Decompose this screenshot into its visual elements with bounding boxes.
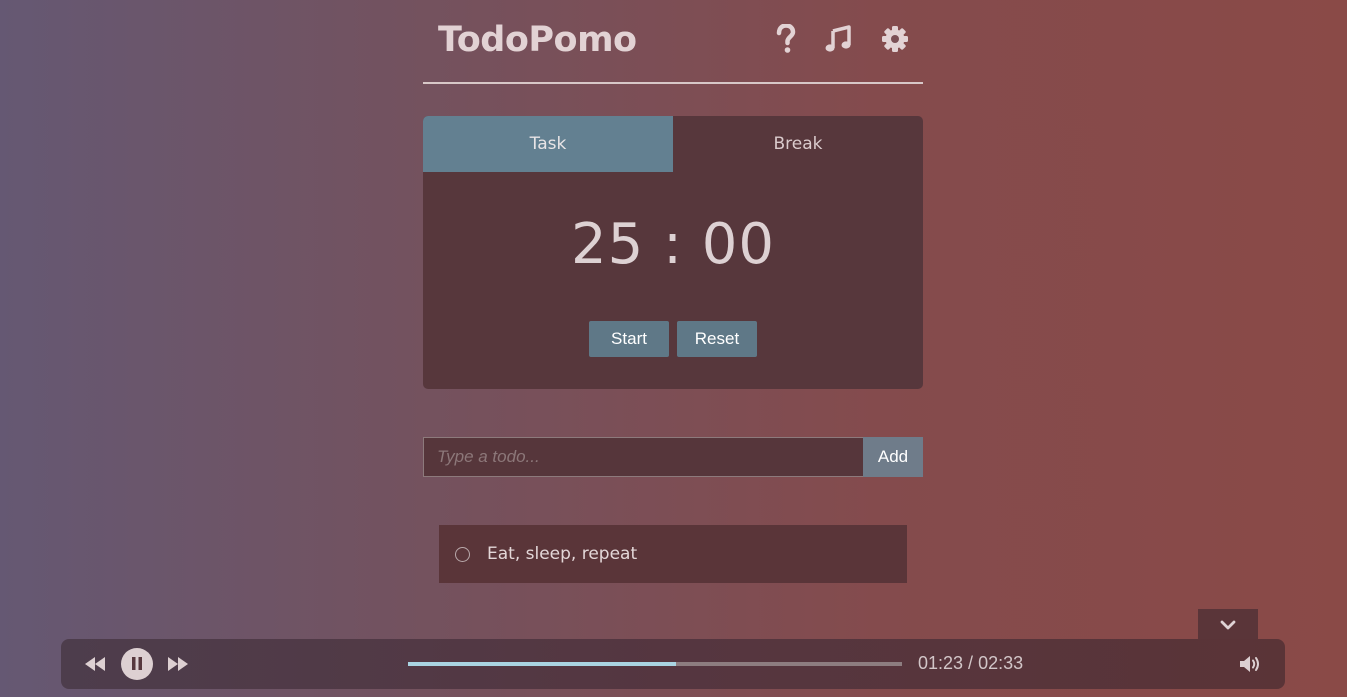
total-time: 02:33 [978,653,1024,673]
settings-icon[interactable] [878,22,912,56]
tab-task[interactable]: Task [423,116,673,172]
help-icon[interactable] [769,22,803,56]
app-header: TodoPomo [423,0,923,84]
pause-icon [131,655,143,674]
player-collapse-button[interactable] [1198,609,1258,640]
todo-text: Eat, sleep, repeat [487,544,638,564]
timer-card: Task Break 25 : 00 Start Reset [423,116,923,389]
timer-display: 25 : 00 [423,212,923,277]
pause-button[interactable] [121,648,153,680]
todo-checkbox[interactable] [455,546,470,562]
chevron-down-icon [1220,615,1236,634]
timer-seconds: 00 [701,212,776,277]
timer-tabs: Task Break [423,116,923,172]
volume-icon[interactable] [1239,653,1263,675]
app-title: TodoPomo [438,20,637,60]
music-icon[interactable] [822,22,856,56]
todo-form: Add [423,437,923,477]
timer-controls: Start Reset [423,321,923,357]
timer-minutes: 25 [570,212,645,277]
music-player: 01:23 / 02:33 [61,639,1285,689]
todo-input[interactable] [423,437,863,477]
progress-bar[interactable] [408,662,902,666]
fast-forward-icon[interactable] [166,652,190,676]
todo-item: Eat, sleep, repeat [439,525,907,583]
reset-button[interactable]: Reset [677,321,757,357]
timer-separator: : [663,212,683,277]
tab-break[interactable]: Break [673,116,923,172]
time-separator: / [963,653,979,673]
time-readout: 01:23 / 02:33 [918,653,1023,674]
start-button[interactable]: Start [589,321,669,357]
add-todo-button[interactable]: Add [863,437,923,477]
rewind-icon[interactable] [83,652,107,676]
progress-fill [408,662,676,666]
current-time: 01:23 [918,653,964,673]
